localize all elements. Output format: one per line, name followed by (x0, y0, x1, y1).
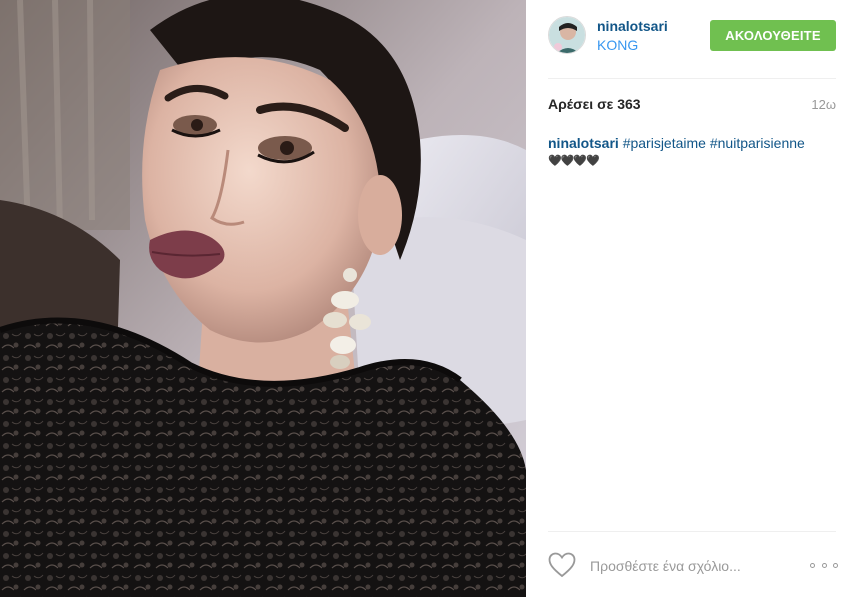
post-container: ninalotsari KONG ΑΚΟΛΟΥΘΕΙΤΕ Αρέσει σε 3… (0, 0, 850, 597)
avatar[interactable] (548, 16, 586, 54)
comment-divider (548, 531, 836, 532)
heart-outline-icon (548, 552, 576, 578)
username-link[interactable]: ninalotsari (597, 18, 668, 34)
hashtag-link[interactable]: #parisjetaime (623, 135, 706, 151)
post-header: ninalotsari KONG ΑΚΟΛΟΥΘΕΙΤΕ (548, 16, 836, 56)
location-link[interactable]: KONG (597, 37, 638, 53)
avatar-image (549, 17, 585, 53)
like-button[interactable] (548, 552, 576, 578)
caption-emoji: 🖤🖤🖤🖤 (548, 155, 600, 167)
header-divider (548, 78, 836, 79)
more-options-icon (810, 562, 815, 568)
photo-illustration (0, 0, 526, 597)
hashtag-link[interactable]: #nuitparisienne (710, 135, 805, 151)
caption: ninalotsari #parisjetaime #nuitparisienn… (548, 134, 836, 168)
post-details-panel: ninalotsari KONG ΑΚΟΛΟΥΘΕΙΤΕ Αρέσει σε 3… (526, 0, 850, 597)
comment-input[interactable] (590, 556, 790, 576)
more-options-button[interactable] (810, 558, 838, 572)
post-photo[interactable] (0, 0, 526, 597)
more-options-icon (833, 562, 838, 568)
caption-username-link[interactable]: ninalotsari (548, 135, 619, 151)
follow-button[interactable]: ΑΚΟΛΟΥΘΕΙΤΕ (710, 20, 836, 51)
post-time[interactable]: 12ω (811, 97, 836, 112)
likes-count[interactable]: Αρέσει σε 363 (548, 96, 641, 112)
more-options-icon (821, 562, 827, 568)
